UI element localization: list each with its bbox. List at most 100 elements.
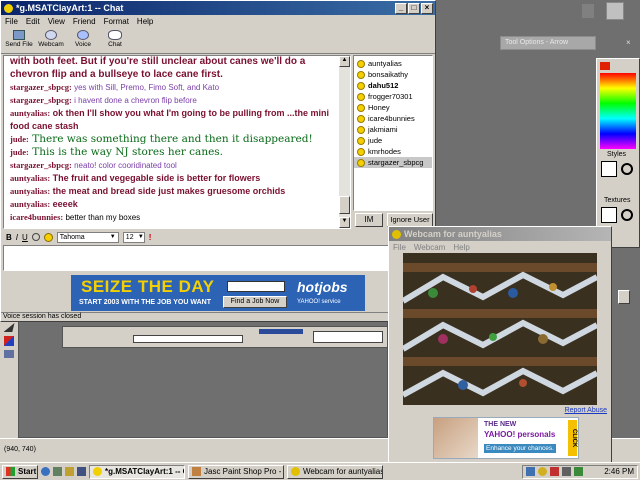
close-button[interactable]: × [421, 2, 433, 14]
buddy-status-icon [357, 136, 365, 145]
find-job-button[interactable]: Find a Job Now [223, 296, 287, 308]
tray-antivirus-icon[interactable] [550, 467, 559, 476]
send-file-button[interactable]: Send File [5, 28, 33, 53]
ad-photo [434, 418, 478, 458]
color-picker-spectrum[interactable] [600, 73, 636, 149]
styles-swatch[interactable] [601, 161, 617, 177]
maximize-button[interactable]: □ [408, 2, 420, 14]
menu-file[interactable]: File [5, 17, 18, 26]
alert-icon[interactable]: ! [149, 233, 152, 242]
minimize-button[interactable]: _ [395, 2, 407, 14]
bold-button[interactable]: B [6, 233, 12, 242]
webcam-video-image [403, 253, 597, 405]
desktop-icon-2[interactable] [582, 4, 594, 18]
scroll-down-button[interactable]: ▼ [339, 217, 350, 228]
no-style-icon[interactable] [621, 163, 633, 175]
yahoo-personals-ad[interactable]: THE NEW YAHOO! personals Enhance your ch… [433, 417, 579, 459]
message-nick[interactable]: jude: [10, 134, 29, 144]
psp-close-button[interactable]: × [626, 38, 636, 47]
webcam-menu-webcam[interactable]: Webcam [414, 243, 445, 252]
message-nick[interactable]: stargazer_sbpcg: [10, 82, 72, 92]
message-nick[interactable]: jude: [10, 147, 29, 157]
webcam-titlebar: Webcam for auntyalias [389, 227, 611, 241]
underline-button[interactable]: U [22, 233, 28, 242]
task-chat[interactable]: *g.MSATClayArt:1 -- Chat [89, 464, 185, 479]
emoticon-icon[interactable] [43, 232, 53, 242]
message-nick[interactable]: stargazer_sbpcg: [10, 160, 72, 170]
task-paintshop[interactable]: Jasc Paint Shop Pro - Ima... [188, 464, 284, 479]
buddy-status-icon [357, 125, 365, 134]
buddy-item[interactable]: jakmiami [354, 124, 432, 135]
ignore-user-button[interactable]: Ignore User [387, 213, 433, 227]
scroll-thumb[interactable] [339, 196, 350, 214]
message-nick[interactable]: auntyalias: [10, 108, 50, 118]
buddy-item[interactable]: bonsaikathy [354, 69, 432, 80]
tray-webcam-icon[interactable] [574, 467, 583, 476]
message-nick[interactable]: stargazer_sbpcg: [10, 95, 72, 105]
menu-help[interactable]: Help [137, 17, 153, 26]
size-select[interactable]: 12 ▼ [122, 231, 145, 243]
hotjobs-logo: hotjobs [297, 279, 348, 295]
message-nick[interactable]: icare4bunnies: [10, 212, 63, 222]
psp-scroll-right-button[interactable] [618, 290, 630, 304]
webcam-label: Webcam [38, 41, 64, 48]
start-button[interactable]: Start [2, 464, 38, 479]
chat-window: *g.MSATClayArt:1 -- Chat _ □ × File Edit… [0, 0, 436, 322]
psp-image-frame [18, 320, 388, 438]
font-select[interactable]: Tahoma ▼ [56, 231, 119, 243]
cursor-coordinates: (940, 740) [4, 446, 36, 453]
draw-tool-icon[interactable] [3, 323, 15, 332]
no-texture-icon[interactable] [621, 209, 633, 221]
italic-button[interactable]: I [16, 233, 18, 242]
chat-button[interactable]: Chat [101, 28, 129, 53]
desktop-icon-1[interactable] [606, 2, 624, 20]
buddy-item[interactable]: stargazer_sbpcg [354, 157, 432, 168]
menu-view[interactable]: View [48, 17, 65, 26]
message-list: with both feet. But if you're still uncl… [4, 56, 350, 224]
voice-button[interactable]: Voice [69, 28, 97, 53]
tray-volume-icon[interactable] [562, 467, 571, 476]
tray-messenger-icon[interactable] [538, 467, 547, 476]
menu-friend[interactable]: Friend [73, 17, 96, 26]
menu-format[interactable]: Format [104, 17, 129, 26]
webcam-menu-help[interactable]: Help [453, 243, 469, 252]
buddy-item[interactable]: dahu512 [354, 80, 432, 91]
buddy-item[interactable]: frogger70301 [354, 91, 432, 102]
quick-launch-media-icon[interactable] [77, 467, 86, 476]
buddy-name: auntyalias [368, 59, 402, 68]
tray-network-icon[interactable] [526, 467, 535, 476]
webcam-menu-file[interactable]: File [393, 243, 406, 252]
text-color-icon[interactable] [31, 233, 40, 241]
webcam-button[interactable]: Webcam [37, 28, 65, 53]
hotjobs-sub: YAHOO! service [297, 299, 341, 305]
color-tool-icon[interactable] [4, 336, 14, 346]
quick-launch-desktop-icon[interactable] [53, 467, 62, 476]
message-scrollbar[interactable]: ▲ ▼ [339, 56, 350, 228]
buddy-name: stargazer_sbpcg [368, 158, 424, 167]
texture-swatch[interactable] [601, 207, 617, 223]
chat-label: Chat [108, 41, 122, 48]
buddy-item[interactable]: icare4bunnies [354, 113, 432, 124]
message-nick[interactable]: auntyalias: [10, 173, 50, 183]
color-swatch-red[interactable] [600, 62, 610, 70]
buddy-item[interactable]: Honey [354, 102, 432, 113]
im-button[interactable]: IM [355, 213, 383, 227]
buddy-item[interactable]: auntyalias [354, 58, 432, 69]
psp-tool-strip [0, 320, 18, 438]
message-input[interactable] [3, 245, 435, 271]
scroll-up-button[interactable]: ▲ [339, 56, 350, 67]
message-nick[interactable]: auntyalias: [10, 186, 50, 196]
message-nick[interactable]: auntyalias: [10, 199, 50, 209]
hotjobs-ad-banner[interactable]: SEIZE THE DAY START 2003 WITH THE JOB YO… [71, 275, 365, 311]
buddy-name: icare4bunnies [368, 114, 415, 123]
buddy-item[interactable]: kmrhodes [354, 146, 432, 157]
ad-input-box[interactable] [227, 281, 285, 292]
report-abuse-link[interactable]: Report Abuse [565, 407, 607, 414]
message-text: This is the way NJ stores her canes. [32, 146, 224, 158]
quick-launch-outlook-icon[interactable] [65, 467, 74, 476]
buddy-item[interactable]: jude [354, 135, 432, 146]
quick-launch-ie-icon[interactable] [41, 467, 50, 476]
menu-edit[interactable]: Edit [26, 17, 40, 26]
picker-tool-icon[interactable] [4, 350, 14, 358]
task-webcam[interactable]: Webcam for auntyalias [287, 464, 383, 479]
